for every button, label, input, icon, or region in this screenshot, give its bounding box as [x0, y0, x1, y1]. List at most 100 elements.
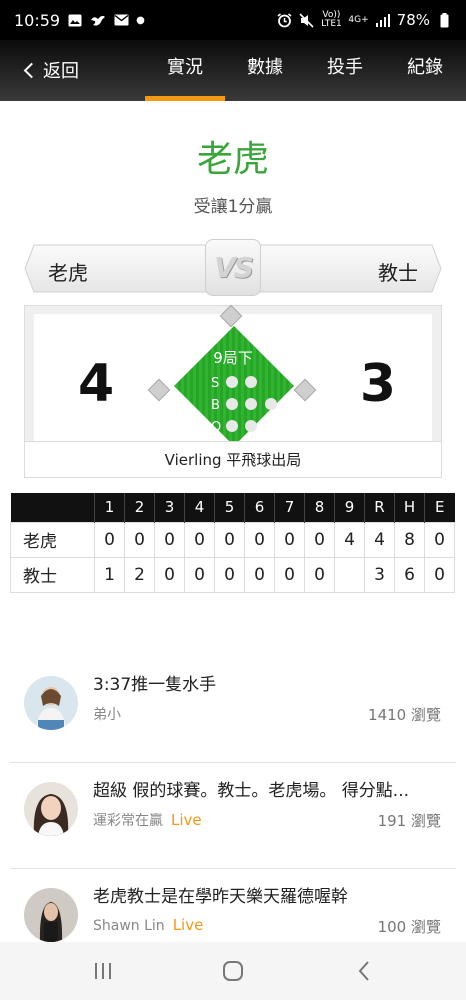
live-badge: Live: [172, 916, 204, 934]
score-cell: 1: [94, 556, 125, 593]
hits-header: H: [394, 493, 425, 522]
mail-icon: [113, 13, 129, 27]
system-back-button[interactable]: [352, 958, 378, 984]
balls-label: B: [211, 398, 220, 413]
tab-pitchers[interactable]: 投手: [305, 40, 385, 101]
list-item[interactable]: 超級 假的球賽。教士。老虎場。 得分點... 運彩常在贏 Live 191 瀏覽: [10, 764, 456, 869]
score-cell: [334, 556, 365, 593]
inning-header: 1: [94, 493, 125, 522]
battery-icon: [436, 12, 452, 27]
post-title[interactable]: 超級 假的球賽。教士。老虎場。 得分點...: [93, 776, 409, 801]
inning-header: 3: [154, 493, 185, 522]
score-cell: 0: [274, 521, 305, 558]
strike-dot: [245, 376, 257, 388]
team-column-header: [10, 493, 95, 522]
table-row: 教士 1 2 0 0 0 0 0 0 3 6 0: [10, 556, 455, 593]
avatar: [24, 888, 78, 942]
view-count: 191 瀏覽: [377, 812, 441, 830]
alarm-icon: [276, 12, 292, 27]
tab-stats[interactable]: 數據: [225, 40, 305, 101]
system-navigation-bar: [0, 942, 466, 1000]
back-button[interactable]: 返回: [22, 57, 79, 83]
scoreboard: 4 3 9局下 S B O Vierling 平飛球出局: [24, 304, 442, 478]
ball-dot: [226, 398, 238, 410]
score-cell: 3: [364, 556, 395, 593]
mute-icon: [298, 12, 314, 28]
post-author: 弟小: [93, 704, 121, 724]
volte-label: Vo)) LTE1: [321, 10, 342, 29]
bird-icon: [90, 13, 106, 27]
inning-header: 8: [304, 493, 335, 522]
out-dot: [226, 420, 238, 432]
score-cell: 0: [304, 556, 335, 593]
inning-header: 5: [214, 493, 245, 522]
post-author: Shawn Lin Live: [93, 916, 203, 934]
outs-label: O: [211, 420, 222, 435]
team-cell: 老虎: [10, 521, 95, 558]
away-score: 4: [78, 354, 115, 414]
score-cell: 0: [304, 521, 335, 558]
author-name: Shawn Lin: [93, 918, 165, 934]
chevron-left-icon: [23, 62, 40, 78]
away-team-name: 老虎: [48, 261, 88, 285]
score-cell: 0: [424, 521, 455, 558]
post-title[interactable]: 老虎教士是在學昨天樂天羅德喔幹: [93, 882, 348, 907]
gallery-icon: [67, 13, 83, 27]
tab-bar: 實況 數據 投手 紀錄: [145, 40, 465, 101]
winner-team: 老虎: [196, 139, 269, 180]
table-row: 老虎 0 0 0 0 0 0 0 0 4 4 8 0: [10, 521, 455, 558]
score-cell: 0: [214, 521, 245, 558]
score-cell: 0: [274, 556, 305, 593]
live-badge: Live: [171, 811, 202, 829]
list-item[interactable]: 3:37推一隻水手 弟小 1410 瀏覽: [10, 658, 456, 763]
post-author: 運彩常在贏 Live: [93, 810, 202, 830]
status-bar: 10:59 ● Vo)) LTE1 4G+ 78%: [0, 0, 466, 40]
back-icon: [358, 961, 369, 981]
score-cell: 0: [154, 521, 185, 558]
score-cell: 2: [124, 556, 155, 593]
recent-apps-icon: [95, 963, 111, 979]
score-cell: 0: [184, 521, 215, 558]
vs-badge: VS: [205, 239, 261, 296]
battery-percent: 78%: [396, 11, 430, 29]
score-cell: 4: [364, 521, 395, 558]
post-title[interactable]: 3:37推一隻水手: [93, 670, 216, 695]
score-cell: 0: [154, 556, 185, 593]
line-score-table: 1 2 3 4 5 6 7 8 9 R H E 老虎 0 0 0 0 0 0 0…: [10, 493, 455, 593]
score-cell: 0: [184, 556, 215, 593]
back-label: 返回: [43, 61, 79, 82]
strikes-label: S: [211, 376, 220, 391]
inning-indicator: 9局下: [213, 349, 253, 367]
score-cell: 6: [394, 556, 425, 593]
home-button[interactable]: [220, 958, 246, 984]
inning-header: 6: [244, 493, 275, 522]
matchup-banner: 老虎 教士 VS: [24, 239, 442, 296]
score-cell: 0: [214, 556, 245, 593]
inning-header: 7: [274, 493, 305, 522]
home-team-name: 教士: [378, 261, 418, 285]
score-cell: 0: [244, 521, 275, 558]
tab-records[interactable]: 紀錄: [385, 40, 465, 101]
errors-header: E: [424, 493, 455, 522]
score-cell: 8: [394, 521, 425, 558]
ball-dot: [265, 398, 277, 410]
recent-apps-button[interactable]: [90, 958, 116, 984]
view-count: 100 瀏覽: [377, 918, 441, 936]
score-cell: 0: [424, 556, 455, 593]
last-play-text: Vierling 平飛球出局: [25, 441, 441, 477]
line-score-header: 1 2 3 4 5 6 7 8 9 R H E: [10, 493, 455, 522]
avatar: [24, 676, 78, 730]
author-name: 弟小: [93, 707, 121, 723]
tab-live[interactable]: 實況: [145, 40, 225, 101]
notification-dot-icon: ●: [136, 14, 145, 26]
score-cell: 0: [124, 521, 155, 558]
score-cell: 0: [94, 521, 125, 558]
status-time: 10:59: [14, 10, 61, 30]
signal-icon: [375, 13, 391, 27]
team-cell: 教士: [10, 556, 95, 593]
inning-header: 4: [184, 493, 215, 522]
runs-header: R: [364, 493, 395, 522]
home-score: 3: [359, 354, 396, 414]
strike-dot: [226, 376, 238, 388]
network-type: 4G+: [348, 14, 369, 25]
